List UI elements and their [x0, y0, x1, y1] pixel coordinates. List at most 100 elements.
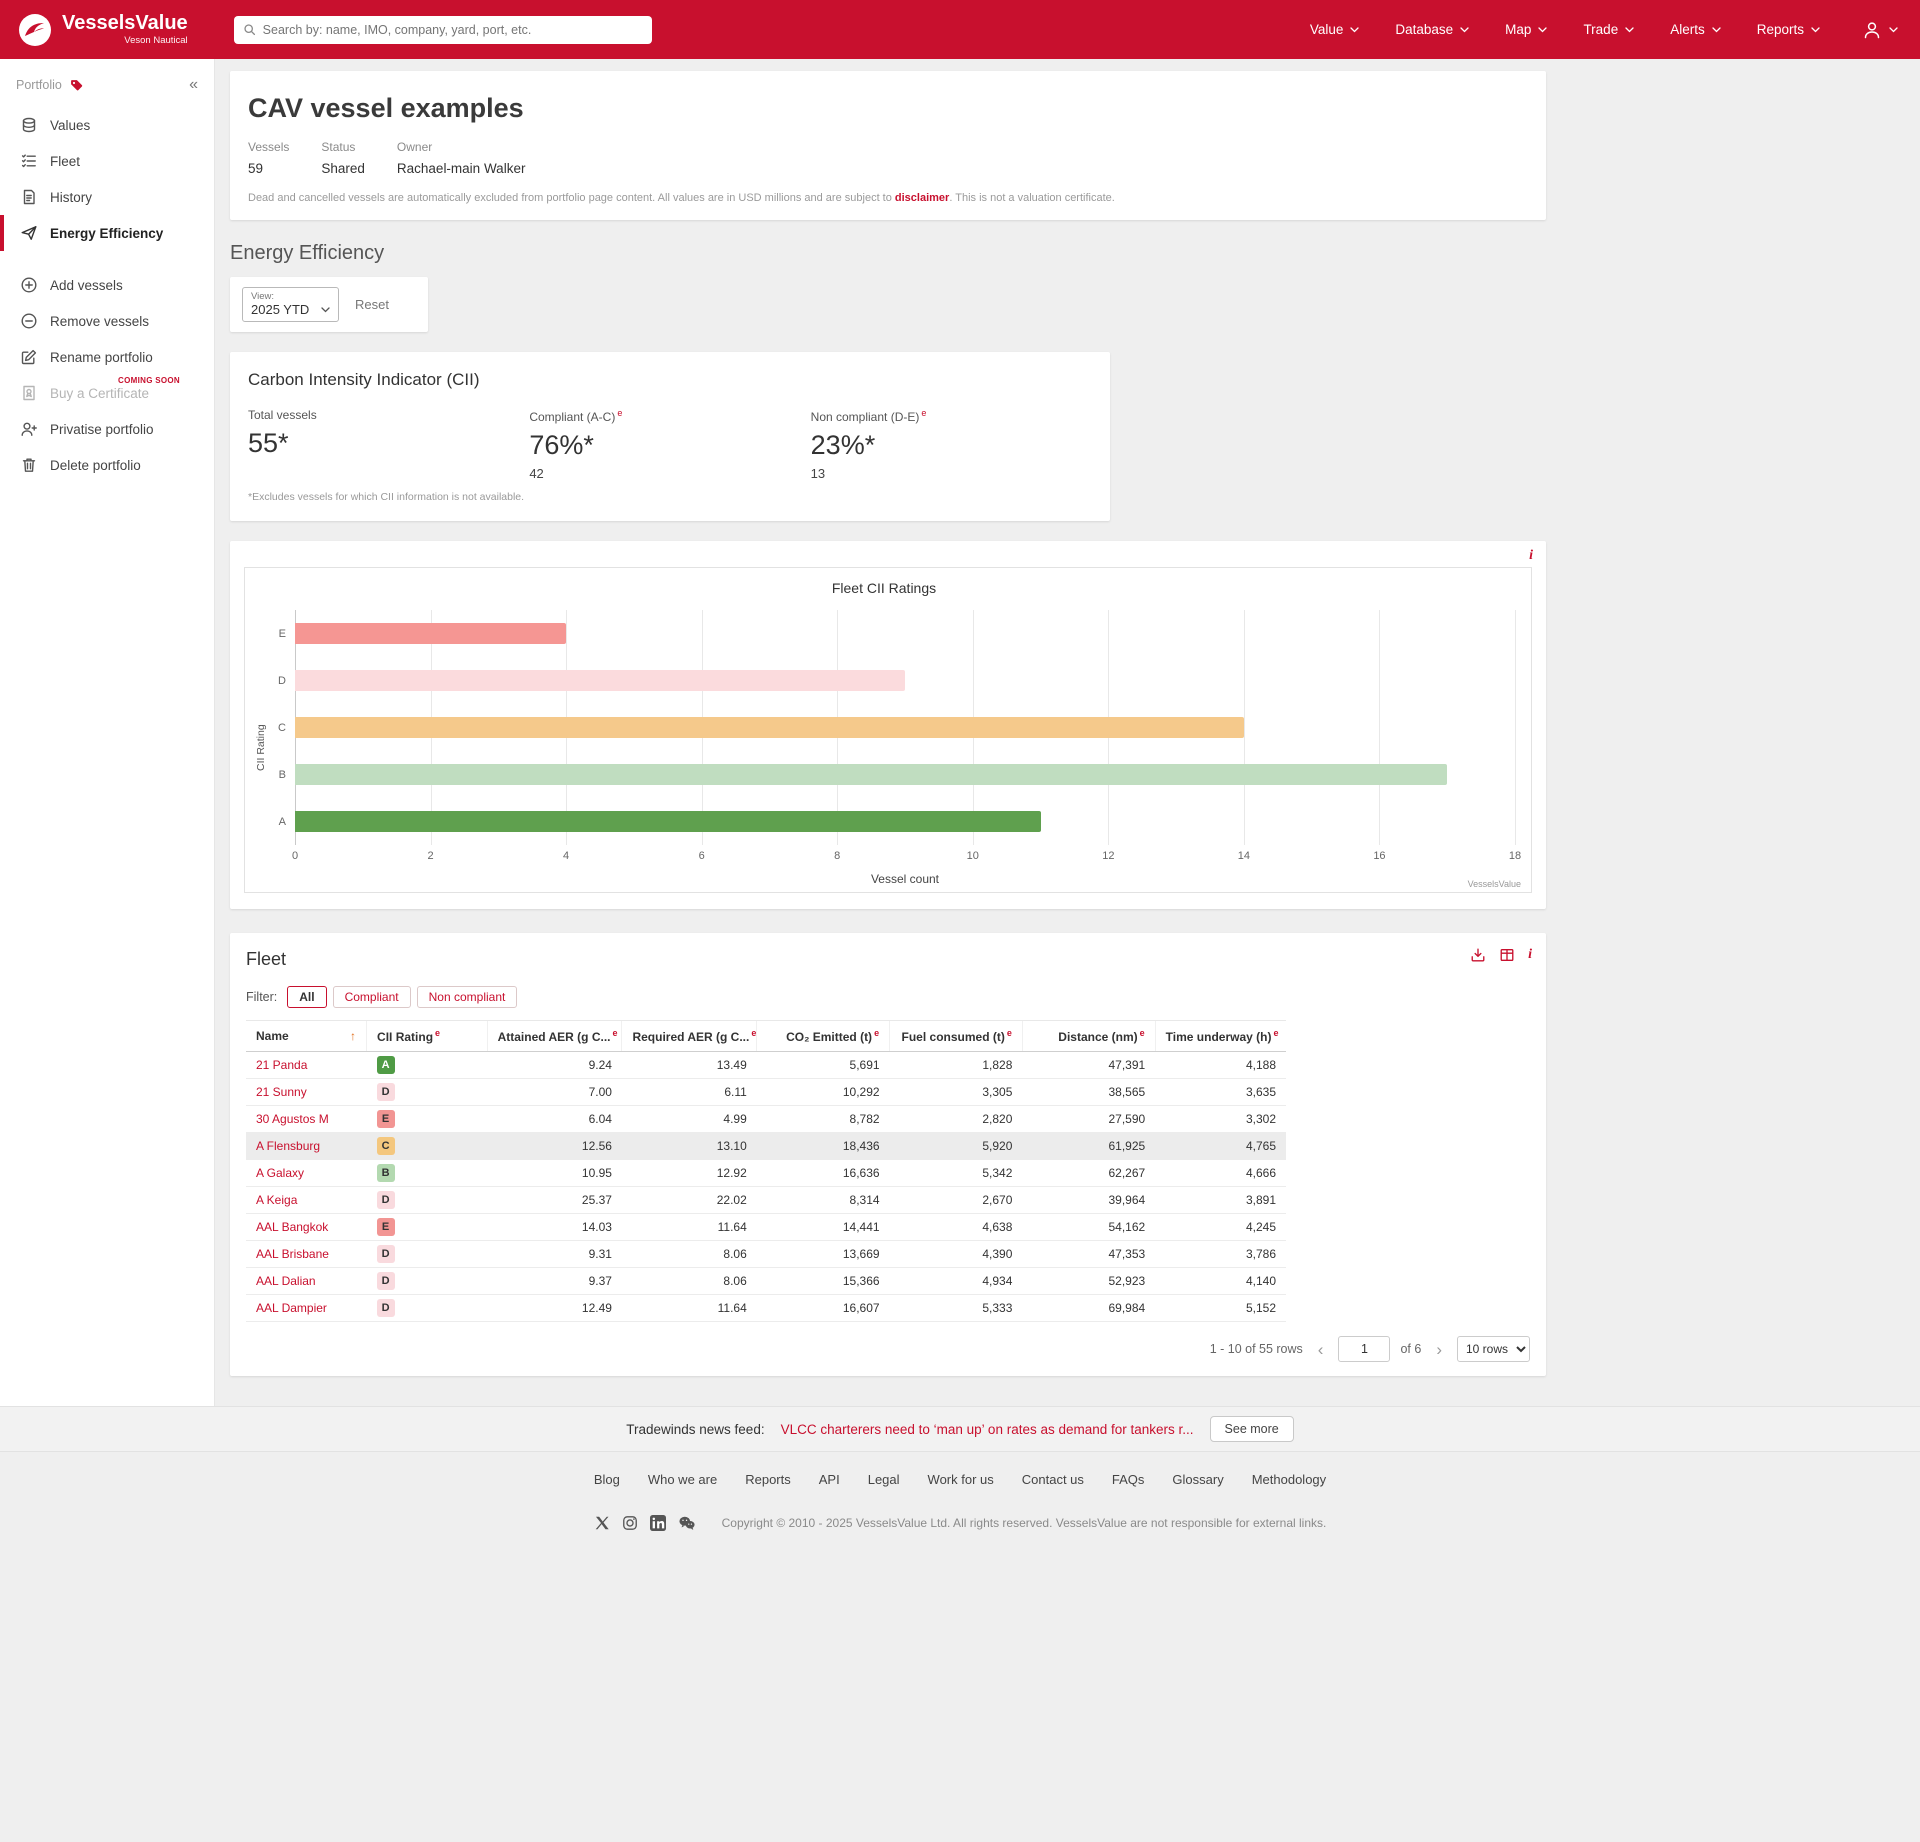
sidebar-item-privatise-portfolio[interactable]: Privatise portfolio	[0, 411, 214, 447]
nav-item-reports[interactable]: Reports	[1757, 22, 1820, 37]
chart-info-icon[interactable]: i	[1529, 548, 1533, 564]
cii-stats: Total vessels55*Compliant (A-C)e76%*42No…	[248, 408, 1092, 481]
cii-bar-D[interactable]	[295, 670, 905, 691]
global-search[interactable]	[234, 16, 652, 44]
reset-button[interactable]: Reset	[355, 297, 389, 312]
filter-all[interactable]: All	[287, 986, 326, 1008]
vessel-name-link[interactable]: A Galaxy	[246, 1160, 367, 1187]
x-tick-label: 16	[1373, 850, 1385, 862]
portfolio-sidebar: Portfolio « ValuesFleetHistoryEnergy Eff…	[0, 59, 215, 1406]
fleet-info-icon[interactable]: i	[1528, 947, 1532, 963]
linkedin-icon[interactable]	[650, 1515, 666, 1531]
news-headline-link[interactable]: VLCC charterers need to ‘man up’ on rate…	[781, 1422, 1194, 1437]
footer-link-reports[interactable]: Reports	[745, 1472, 791, 1487]
columns-icon[interactable]	[1499, 947, 1515, 963]
sidebar-item-remove-vessels[interactable]: Remove vessels	[0, 303, 214, 339]
vessel-name-link[interactable]: AAL Bangkok	[246, 1214, 367, 1241]
footer-link-methodology[interactable]: Methodology	[1252, 1472, 1326, 1487]
sidebar-item-buy-a-certificate[interactable]: Buy a CertificateCOMING SOON	[0, 375, 214, 411]
x-social-icon[interactable]	[594, 1515, 610, 1531]
page-size-select[interactable]: 10 rows	[1457, 1336, 1530, 1362]
fleet-table-card: Fleet i Filter: AllCompliantNon complian…	[230, 933, 1546, 1376]
sidebar-item-energy-efficiency[interactable]: Energy Efficiency	[0, 215, 214, 251]
column-header-co2[interactable]: CO₂ Emitted (t)e	[757, 1021, 890, 1052]
vessel-name-link[interactable]: A Keiga	[246, 1187, 367, 1214]
table-row[interactable]: 30 Agustos ME6.044.998,7822,82027,5903,3…	[246, 1106, 1286, 1133]
sidebar-item-add-vessels[interactable]: Add vessels	[0, 267, 214, 303]
filter-non-compliant[interactable]: Non compliant	[417, 986, 518, 1008]
portfolio-header-card: CAV vessel examples Vessels59StatusShare…	[230, 71, 1546, 220]
table-row[interactable]: AAL BangkokE14.0311.6414,4414,63854,1624…	[246, 1214, 1286, 1241]
footer-link-glossary[interactable]: Glossary	[1172, 1472, 1223, 1487]
column-header-distance[interactable]: Distance (nm)e	[1022, 1021, 1155, 1052]
see-more-button[interactable]: See more	[1210, 1416, 1294, 1442]
column-header-name[interactable]: Name↑	[246, 1021, 367, 1052]
cii-bar-B[interactable]	[295, 764, 1447, 785]
sidebar-collapse-button[interactable]: «	[189, 77, 198, 93]
footer-link-faqs[interactable]: FAQs	[1112, 1472, 1145, 1487]
column-header-attained[interactable]: Attained AER (g C...e	[487, 1021, 622, 1052]
column-header-rating[interactable]: CII Ratinge	[367, 1021, 488, 1052]
footer-link-api[interactable]: API	[819, 1472, 840, 1487]
filter-compliant[interactable]: Compliant	[333, 986, 411, 1008]
page-number-input[interactable]	[1338, 1336, 1390, 1362]
meta-vessels: Vessels59	[248, 140, 289, 176]
nav-item-alerts[interactable]: Alerts	[1670, 22, 1721, 37]
disclaimer-link[interactable]: disclaimer	[895, 192, 949, 204]
cii-bar-C[interactable]	[295, 717, 1244, 738]
x-tick-label: 2	[427, 850, 433, 862]
instagram-icon[interactable]	[622, 1515, 638, 1531]
view-select[interactable]: View: 2025 YTD	[242, 287, 339, 322]
column-header-fuel[interactable]: Fuel consumed (t)e	[890, 1021, 1023, 1052]
table-row[interactable]: A KeigaD25.3722.028,3142,67039,9643,891	[246, 1187, 1286, 1214]
estimate-marker: e	[751, 1028, 756, 1038]
sidebar-item-rename-portfolio[interactable]: Rename portfolio	[0, 339, 214, 375]
disclaimer-text-end: . This is not a valuation certificate.	[949, 192, 1115, 204]
vessel-name-link[interactable]: 30 Agustos M	[246, 1106, 367, 1133]
attained-cell: 9.37	[487, 1268, 622, 1295]
vessel-name-link[interactable]: 21 Panda	[246, 1052, 367, 1079]
time-cell: 4,765	[1155, 1133, 1286, 1160]
cii-bar-E[interactable]	[295, 623, 566, 644]
vessel-name-link[interactable]: AAL Dalian	[246, 1268, 367, 1295]
table-row[interactable]: AAL DalianD9.378.0615,3664,93452,9234,14…	[246, 1268, 1286, 1295]
column-header-time[interactable]: Time underway (h)e	[1155, 1021, 1286, 1052]
search-input[interactable]	[263, 23, 643, 37]
table-row[interactable]: AAL DampierD12.4911.6416,6075,33369,9845…	[246, 1295, 1286, 1322]
brand-logo[interactable]: VesselsValue Veson Nautical	[18, 13, 188, 47]
table-row[interactable]: A FlensburgC12.5613.1018,4365,92061,9254…	[246, 1133, 1286, 1160]
y-tick-label: E	[269, 610, 295, 657]
footer-link-contact-us[interactable]: Contact us	[1022, 1472, 1084, 1487]
sidebar-item-history[interactable]: History	[0, 179, 214, 215]
column-header-required[interactable]: Required AER (g C...e	[622, 1021, 757, 1052]
table-row[interactable]: A GalaxyB10.9512.9216,6365,34262,2674,66…	[246, 1160, 1286, 1187]
sidebar-item-values[interactable]: Values	[0, 107, 214, 143]
vessel-name-link[interactable]: AAL Dampier	[246, 1295, 367, 1322]
next-page-button[interactable]: ›	[1431, 1339, 1447, 1360]
sidebar-item-fleet[interactable]: Fleet	[0, 143, 214, 179]
sidebar-item-delete-portfolio[interactable]: Delete portfolio	[0, 447, 214, 483]
table-row[interactable]: AAL BrisbaneD9.318.0613,6694,39047,3533,…	[246, 1241, 1286, 1268]
vessel-name-link[interactable]: 21 Sunny	[246, 1079, 367, 1106]
nav-item-value[interactable]: Value	[1310, 22, 1360, 37]
previous-page-button[interactable]: ‹	[1313, 1339, 1329, 1360]
x-tick-label: 10	[967, 850, 979, 862]
y-tick-label: C	[269, 704, 295, 751]
nav-item-map[interactable]: Map	[1505, 22, 1547, 37]
cii-bar-A[interactable]	[295, 811, 1041, 832]
download-icon[interactable]	[1470, 947, 1486, 963]
nav-item-trade[interactable]: Trade	[1583, 22, 1634, 37]
wechat-icon[interactable]	[678, 1515, 696, 1531]
vessel-name-link[interactable]: A Flensburg	[246, 1133, 367, 1160]
footer-link-who-we-are[interactable]: Who we are	[648, 1472, 717, 1487]
nav-item-database[interactable]: Database	[1395, 22, 1469, 37]
y-tick-label: B	[269, 751, 295, 798]
footer-link-work-for-us[interactable]: Work for us	[928, 1472, 994, 1487]
table-row[interactable]: 21 PandaA9.2413.495,6911,82847,3914,188	[246, 1052, 1286, 1079]
search-icon	[243, 23, 256, 36]
footer-link-blog[interactable]: Blog	[594, 1472, 620, 1487]
footer-link-legal[interactable]: Legal	[868, 1472, 900, 1487]
user-menu[interactable]	[1862, 20, 1898, 40]
vessel-name-link[interactable]: AAL Brisbane	[246, 1241, 367, 1268]
table-row[interactable]: 21 SunnyD7.006.1110,2923,30538,5653,635	[246, 1079, 1286, 1106]
